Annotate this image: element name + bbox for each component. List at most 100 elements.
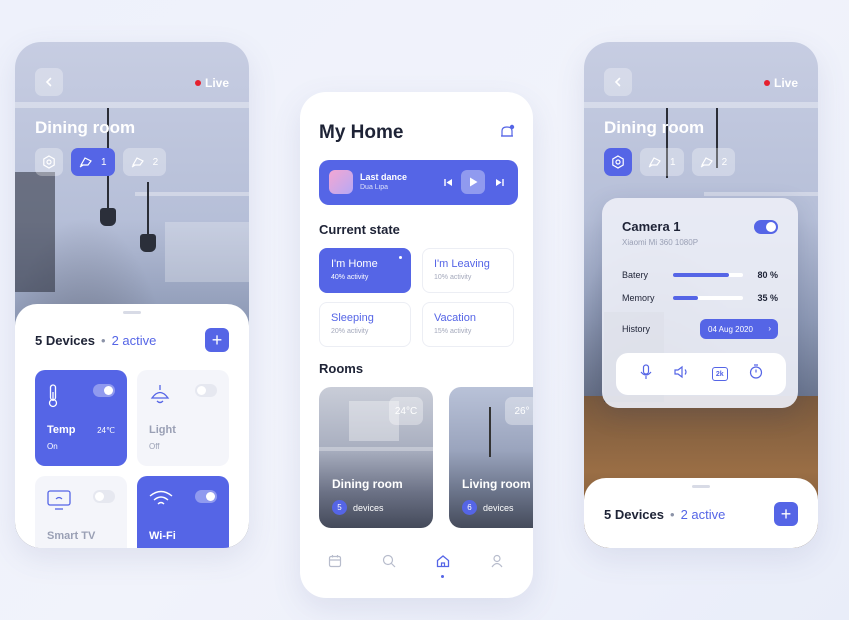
live-indicator: Live [194, 76, 229, 90]
devices-count: 5 Devices [35, 333, 95, 348]
history-date-button[interactable]: 04 Aug 2020 › [700, 319, 778, 339]
mode-label: Sleeping [331, 312, 374, 324]
devices-label: devices [483, 502, 514, 513]
memory-value: 35 % [757, 293, 778, 303]
home-icon [436, 555, 450, 568]
add-device-button[interactable]: + [774, 502, 798, 526]
2k-icon: 2k [715, 370, 724, 378]
tile-status: Off [149, 442, 160, 451]
music-player[interactable]: Last dance Dua Lipa [319, 160, 518, 205]
camera-icon [700, 157, 713, 168]
camera-1-chip[interactable]: 1 [640, 148, 684, 176]
nav-search[interactable] [382, 554, 398, 570]
microphone-button[interactable] [639, 363, 653, 385]
devices-sheet: 5 Devices • 2 active + Temp 24℃ On Light… [15, 304, 249, 548]
room-card-dining[interactable]: 24°C Dining room 5 devices [319, 387, 433, 528]
tile-status: On [47, 442, 58, 451]
live-dot-icon [194, 80, 201, 86]
skip-back-icon [443, 178, 452, 186]
camera-2-count: 2 [152, 156, 159, 168]
devices-label: devices [353, 502, 384, 513]
timer-button[interactable] [749, 364, 763, 384]
devices-header: 5 Devices • 2 active [35, 333, 156, 348]
camera-icon [131, 157, 144, 168]
current-state-heading: Current state [319, 222, 400, 237]
play-button[interactable] [461, 170, 485, 194]
settings-hex-icon [43, 155, 55, 169]
nav-calendar[interactable] [328, 554, 344, 570]
resolution-button[interactable]: 2k [711, 367, 728, 381]
room-card-living[interactable]: 26° Living room 6 devices [449, 387, 533, 528]
active-count: 2 active [680, 507, 726, 522]
settings-chip[interactable] [604, 148, 632, 176]
temp-toggle[interactable] [93, 384, 115, 397]
nav-profile[interactable] [490, 554, 506, 570]
settings-hex-icon [612, 155, 624, 169]
back-button[interactable] [35, 68, 63, 96]
mode-im-leaving[interactable]: I'm Leaving 10% activity [422, 248, 514, 293]
sheet-handle[interactable] [692, 485, 710, 488]
device-count-badge: 6 [462, 500, 477, 515]
mode-label: Vacation [434, 312, 476, 324]
history-date: 04 Aug 2020 [708, 324, 753, 334]
camera-icon [79, 157, 92, 168]
user-icon [491, 554, 503, 568]
nav-home[interactable] [436, 554, 452, 570]
battery-bar [673, 273, 743, 277]
mode-im-home[interactable]: I'm Home 40% activity [319, 248, 411, 293]
notifications-button[interactable] [499, 124, 515, 145]
separator: • [101, 333, 106, 348]
page-title: My Home [319, 122, 404, 143]
next-button[interactable] [493, 176, 505, 188]
camera-2-count: 2 [721, 156, 728, 168]
tv-icon [47, 490, 71, 510]
mode-label: I'm Leaving [434, 258, 490, 270]
smart-tv-toggle[interactable] [93, 490, 115, 503]
room-title: Dining room [604, 118, 705, 137]
back-button[interactable] [604, 68, 632, 96]
tile-name: Smart TV [47, 530, 96, 542]
settings-chip[interactable] [35, 148, 63, 176]
memory-fill [673, 296, 698, 300]
device-tile-light[interactable]: Light Off [137, 370, 229, 466]
tile-name: Temp [47, 424, 76, 436]
mode-sleeping[interactable]: Sleeping 20% activity [319, 302, 411, 347]
room-temperature: 24°C [389, 397, 423, 425]
live-dot-icon [763, 80, 770, 86]
room-name: Dining room [332, 477, 403, 491]
chevron-right-icon: › [768, 324, 771, 333]
volume-button[interactable] [674, 365, 690, 384]
thermometer-icon [48, 384, 58, 408]
device-tile-temp[interactable]: Temp 24℃ On [35, 370, 127, 466]
camera-2-chip[interactable]: 2 [122, 148, 167, 176]
camera-panel: Camera 1 Xiaomi Mi 360 1080P Batery 80 %… [602, 198, 798, 408]
device-tile-wifi[interactable]: Wi-Fi [137, 476, 229, 548]
camera-1-count: 1 [101, 156, 107, 168]
room-devices: 5 devices [332, 500, 384, 515]
play-icon [469, 177, 477, 187]
mode-vacation[interactable]: Vacation 15% activity [422, 302, 514, 347]
timer-icon [750, 364, 763, 379]
tile-name: Light [149, 424, 176, 436]
room-name: Living room [462, 477, 531, 491]
add-device-button[interactable]: + [205, 328, 229, 352]
devices-sheet: 5 Devices • 2 active + [584, 478, 818, 548]
mode-activity: 15% activity [434, 328, 472, 335]
camera-toggle[interactable] [754, 220, 778, 234]
camera-2-chip[interactable]: 2 [691, 148, 736, 176]
camera-1-chip[interactable]: 1 [71, 148, 115, 176]
sheet-handle[interactable] [123, 311, 141, 314]
device-tile-smart-tv[interactable]: Smart TV [35, 476, 127, 548]
battery-value: 80 % [757, 270, 778, 280]
wifi-toggle[interactable] [195, 490, 217, 503]
camera-name: Camera 1 [622, 219, 681, 234]
bottom-nav [300, 554, 533, 584]
live-label: Live [773, 76, 798, 90]
mode-activity: 40% activity [331, 274, 369, 281]
light-toggle[interactable] [195, 384, 217, 397]
room-devices: 6 devices [462, 500, 514, 515]
volume-icon [674, 365, 687, 378]
camera-detail-screen: Live Dining room 1 2 Camera 1 Xiaomi Mi … [584, 42, 818, 548]
previous-button[interactable] [442, 176, 454, 188]
camera-chips: 1 2 [604, 148, 736, 176]
